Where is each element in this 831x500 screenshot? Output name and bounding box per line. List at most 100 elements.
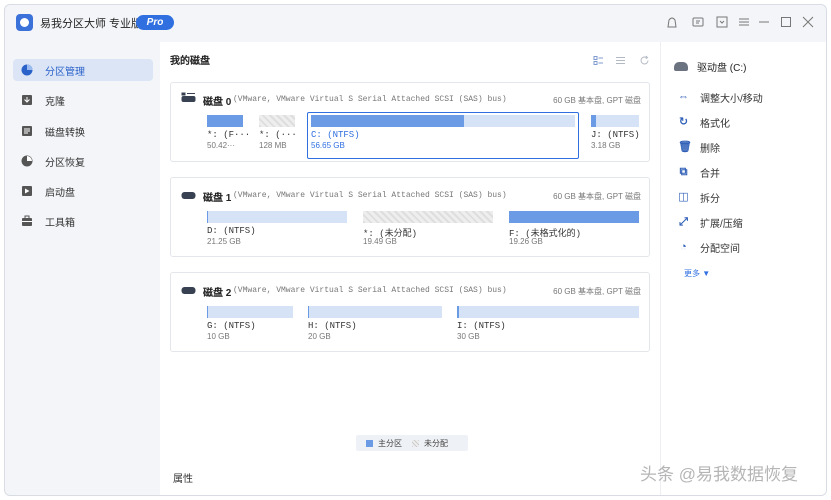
format-icon: ↻ — [678, 116, 689, 128]
sidebar-item-disk-convert[interactable]: 磁盘转换 — [13, 120, 153, 142]
disk-card[interactable]: 磁盘 0 (VMware, VMware Virtual S Serial At… — [170, 82, 650, 162]
sidebar-item-label: 工具箱 — [45, 217, 75, 229]
partition-bar — [207, 211, 347, 223]
partition-name: G: (NTFS) — [207, 321, 256, 331]
disk-drive-icon — [181, 189, 196, 199]
partition-size: 30 GB — [457, 332, 480, 341]
partition-bar — [509, 211, 639, 223]
refresh-icon[interactable] — [639, 55, 650, 66]
sidebar-item-toolbox[interactable]: 工具箱 — [13, 210, 153, 232]
list-view-icon[interactable] — [593, 55, 604, 66]
partition-name: *: (··· — [259, 130, 297, 140]
action-split[interactable]: ◫ 拆分 — [678, 190, 720, 206]
legend-allocated-label: 主分区 — [378, 438, 402, 448]
legend-allocated-swatch — [366, 439, 373, 447]
sidebar: 分区管理 克隆 磁盘转换 分区恢复 启动盘 工具箱 — [5, 49, 160, 495]
selected-drive-label: 驱动盘 (C:) — [697, 63, 747, 74]
partition-size: 21.25 GB — [207, 237, 241, 246]
action-label: 格式化 — [700, 119, 730, 130]
partition-bar — [308, 306, 442, 318]
partition-block[interactable]: *: (··· 128 MB — [259, 115, 299, 153]
action-extend-shrink[interactable]: ⤢ 扩展/压缩 — [678, 215, 743, 231]
partition-block[interactable]: D: (NTFS) 21.25 GB — [207, 211, 349, 249]
legend-unallocated-swatch — [412, 439, 419, 447]
action-delete[interactable]: 🗑 删除 — [678, 140, 720, 156]
disk-description: (VMware, VMware Virtual S Serial Attache… — [233, 95, 507, 104]
selected-drive: 驱动盘 (C:) — [674, 59, 746, 74]
partition-size: 3.18 GB — [591, 141, 621, 150]
pro-badge[interactable]: Pro — [136, 15, 174, 30]
partition-block[interactable]: *: (未分配) 19.49 GB — [363, 211, 495, 249]
action-label: 删除 — [700, 144, 720, 155]
partition-name: J: (NTFS) — [591, 130, 640, 140]
watermark: 头条 @易我数据恢复 — [640, 465, 798, 484]
action-merge[interactable]: ⧉ 合并 — [678, 165, 720, 181]
disk-drive-icon — [181, 92, 196, 102]
disk-card[interactable]: 磁盘 1 (VMware, VMware Virtual S Serial At… — [170, 177, 650, 257]
skin-icon[interactable] — [665, 15, 679, 29]
disk-description: (VMware, VMware Virtual S Serial Attache… — [233, 191, 507, 200]
close-icon[interactable] — [801, 15, 815, 29]
partition-block-selected[interactable]: C: (NTFS) 56.65 GB — [307, 112, 579, 159]
partition-size: 56.65 GB — [311, 141, 345, 150]
drive-icon — [674, 62, 688, 71]
sidebar-item-clone[interactable]: 克隆 — [13, 89, 153, 111]
partition-block[interactable]: *: (F··· 50.42··· — [207, 115, 251, 153]
partition-size: 20 GB — [308, 332, 331, 341]
disk-name: 磁盘 2 — [203, 288, 232, 299]
page-title: 我的磁盘 — [170, 56, 210, 67]
extend-icon: ⤢ — [679, 216, 688, 228]
partition-block[interactable]: H: (NTFS) 20 GB — [308, 306, 444, 344]
action-panel: 驱动盘 (C:) ⇔ 调整大小/移动 ↻ 格式化 🗑 删除 ⧉ 合并 ◫ 拆分 … — [660, 42, 826, 495]
app-window: 易我分区大师 专业版 Pro 分区管理 克隆 磁盘转换 分区恢复 启动盘 工具箱… — [4, 4, 827, 496]
properties-header[interactable]: 属性 — [173, 470, 193, 485]
legend: 主分区 未分配 — [356, 435, 468, 451]
disk-card[interactable]: 磁盘 2 (VMware, VMware Virtual S Serial At… — [170, 272, 650, 352]
partition-name: *: (F··· — [207, 130, 251, 140]
disk-drive-icon — [181, 284, 196, 294]
feedback-icon[interactable] — [691, 15, 705, 29]
partition-block[interactable]: I: (NTFS) 30 GB — [457, 306, 641, 344]
partition-size: 19.26 GB — [509, 237, 543, 246]
partition-fill — [311, 115, 465, 127]
sidebar-item-partition-recovery[interactable]: 分区恢复 — [13, 150, 153, 172]
partition-block[interactable]: J: (NTFS) 3.18 GB — [591, 115, 641, 153]
disk-meta: 60 GB 基本盘, GPT 磁盘 — [553, 96, 641, 105]
maximize-icon[interactable] — [779, 15, 793, 29]
disk-name: 磁盘 1 — [203, 193, 232, 204]
convert-icon — [20, 124, 34, 138]
more-actions-link[interactable]: 更多 ▼ — [684, 268, 710, 279]
partition-fill — [207, 115, 243, 127]
bootdisk-icon — [20, 184, 34, 198]
app-logo-icon — [16, 14, 33, 31]
toolbox-icon — [20, 214, 34, 228]
action-resize-move[interactable]: ⇔ 调整大小/移动 — [678, 90, 763, 106]
action-label: 调整大小/移动 — [700, 94, 763, 105]
legend-unallocated-label: 未分配 — [424, 438, 448, 448]
partition-bar — [591, 115, 639, 127]
partition-bar — [311, 115, 575, 127]
sidebar-item-boot-disk[interactable]: 启动盘 — [13, 180, 153, 202]
app-title: 易我分区大师 专业版 — [40, 18, 143, 30]
partition-fill — [207, 211, 209, 223]
window-icon[interactable] — [715, 15, 729, 29]
sidebar-item-partition-manager[interactable]: 分区管理 — [13, 59, 153, 81]
partition-bar — [207, 306, 293, 318]
detail-view-icon[interactable] — [615, 55, 626, 66]
merge-icon: ⧉ — [679, 166, 688, 178]
partition-name: C: (NTFS) — [311, 130, 360, 140]
partition-size: 19.49 GB — [363, 237, 397, 246]
minimize-icon[interactable] — [757, 15, 771, 29]
action-format[interactable]: ↻ 格式化 — [678, 115, 730, 131]
partition-name: D: (NTFS) — [207, 226, 256, 236]
action-label: 合并 — [700, 169, 720, 180]
partition-fill — [308, 306, 310, 318]
partition-size: 10 GB — [207, 332, 230, 341]
partition-block[interactable]: F: (未格式化的) 19.26 GB — [509, 211, 641, 249]
sidebar-item-label: 分区恢复 — [45, 157, 85, 169]
action-allocate-space[interactable]: ◔ 分配空间 — [678, 240, 740, 256]
menu-icon[interactable] — [737, 15, 751, 29]
partition-icon — [20, 63, 34, 77]
partition-block[interactable]: G: (NTFS) 10 GB — [207, 306, 295, 344]
action-label: 分配空间 — [700, 244, 740, 255]
